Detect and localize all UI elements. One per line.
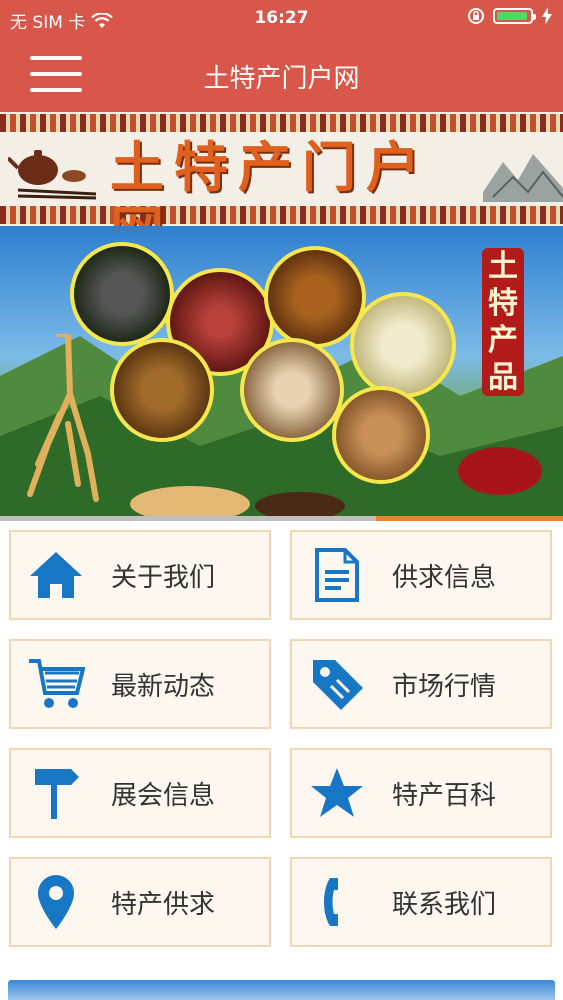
star-icon <box>292 750 382 836</box>
menu-supply-demand-info[interactable]: 供求信息 <box>290 530 552 620</box>
status-right <box>467 7 553 25</box>
page-title: 土特产门户网 <box>203 64 360 94</box>
walnut-image <box>332 386 430 484</box>
battery-icon <box>493 8 536 24</box>
status-bar: 无 SIM 卡 16:27 <box>0 0 563 38</box>
menu-grid: 关于我们 供求信息 最新动态 市场行情 展会信息 特产百科 特产供求 联系我们 <box>0 521 563 981</box>
logo-banner: 土特产门户网 <box>0 112 563 226</box>
tag-char-2: 特 <box>488 286 518 321</box>
menu-label: 展会信息 <box>111 780 216 811</box>
menu-label: 关于我们 <box>111 562 216 593</box>
dried-herb-image <box>110 338 214 442</box>
landscape-painting-icon <box>483 154 563 202</box>
black-fungus-image <box>70 242 174 346</box>
tag-icon <box>292 641 382 727</box>
menu-label: 特产百科 <box>392 780 497 811</box>
pistachio-image <box>350 292 456 398</box>
menu-label: 市场行情 <box>392 671 497 702</box>
hazelnut-image <box>240 338 344 442</box>
menu-exhibition-info[interactable]: 展会信息 <box>9 748 271 838</box>
hero-carousel[interactable]: 土 特 产 品 <box>0 226 563 516</box>
decorative-border-bottom <box>0 206 563 224</box>
menu-latest-news[interactable]: 最新动态 <box>9 639 271 729</box>
bottom-banner-preview <box>8 980 555 1000</box>
specialty-tag: 土 特 产 品 <box>482 248 524 396</box>
tag-char-4: 品 <box>488 360 518 395</box>
ginseng-icon <box>27 334 99 502</box>
signpost-icon <box>11 750 101 836</box>
decorative-border-top <box>0 114 563 132</box>
home-icon <box>11 532 101 618</box>
menu-label: 最新动态 <box>111 671 216 702</box>
menu-specialty-encyclopedia[interactable]: 特产百科 <box>290 748 552 838</box>
document-icon <box>292 532 382 618</box>
tag-char-1: 土 <box>488 249 518 284</box>
tag-char-3: 产 <box>488 323 518 358</box>
menu-about-us[interactable]: 关于我们 <box>9 530 271 620</box>
menu-specialty-supply[interactable]: 特产供求 <box>9 857 271 947</box>
menu-market-prices[interactable]: 市场行情 <box>290 639 552 729</box>
menu-contact-us[interactable]: 联系我们 <box>290 857 552 947</box>
menu-label: 供求信息 <box>392 562 497 593</box>
rotation-lock-icon <box>468 8 484 24</box>
teapot-icon <box>8 150 97 200</box>
menu-label: 联系我们 <box>392 889 497 920</box>
nav-bar: 土特产门户网 <box>0 38 563 112</box>
logo-text: 土特产门户网 <box>110 136 430 226</box>
charging-bolt-icon <box>542 7 552 25</box>
phone-icon <box>292 859 382 945</box>
menu-label: 特产供求 <box>111 889 216 920</box>
cart-icon <box>11 641 101 727</box>
location-pin-icon <box>11 859 101 945</box>
